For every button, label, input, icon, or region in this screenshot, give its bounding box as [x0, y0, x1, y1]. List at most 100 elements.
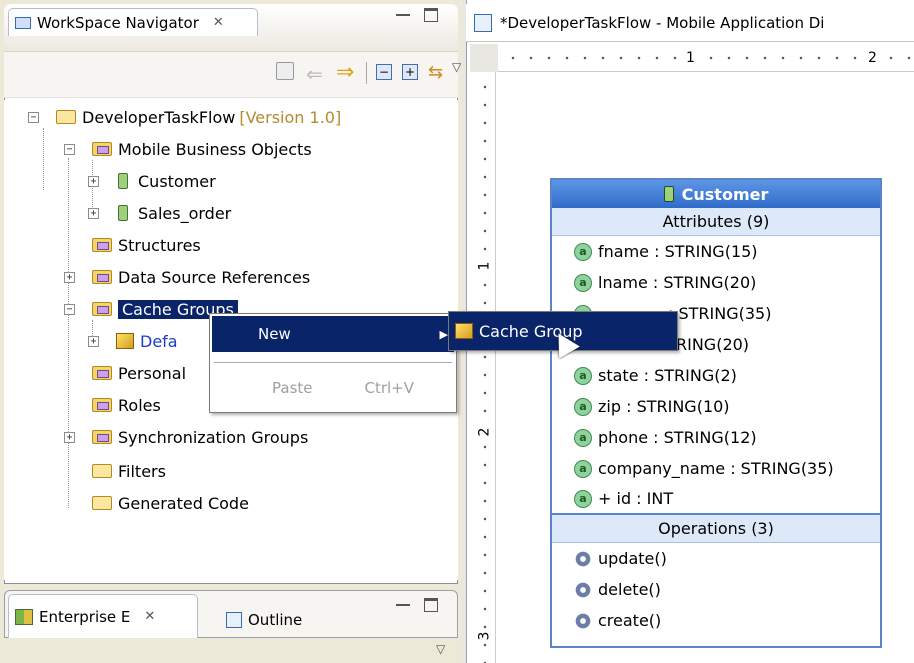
cache-group-icon [116, 333, 134, 349]
attribute-label: phone : STRING(12) [598, 428, 757, 447]
attribute-row[interactable]: a zip : STRING(10) [552, 391, 880, 422]
view-menu-icon[interactable]: ▽ [452, 60, 461, 74]
collapse-all-icon[interactable]: − [376, 64, 392, 80]
ruler-label: 2 [866, 50, 879, 66]
expand-toggle-icon[interactable]: + [88, 208, 99, 219]
tree-item-label: Structures [118, 235, 201, 255]
ruler-label: 1 [684, 50, 697, 66]
attribute-icon: a [574, 459, 592, 478]
tree-item-personal[interactable]: Personal [92, 358, 186, 388]
minimize-icon[interactable] [396, 600, 410, 606]
tree-item-customer[interactable]: + Customer [88, 166, 216, 196]
menu-item-new[interactable]: New ▶ [212, 316, 454, 352]
link-editor-icon[interactable]: ⇆ [428, 62, 443, 83]
tree-item-data-source-references[interactable]: + Data Source References [64, 262, 310, 292]
gear-icon [574, 549, 592, 568]
attributes-header[interactable]: Attributes (9) [552, 208, 880, 236]
collapse-toggle-icon[interactable]: − [64, 304, 75, 315]
attribute-icon: a [574, 366, 592, 385]
mbo-icon [663, 186, 674, 202]
mbo-icon [118, 205, 128, 221]
maximize-icon[interactable] [424, 8, 438, 22]
tree-item-synchronization-groups[interactable]: + Synchronization Groups [64, 422, 308, 452]
folder-icon [92, 430, 112, 444]
tree-item-roles[interactable]: Roles [92, 390, 161, 420]
tree-item-label: Synchronization Groups [118, 427, 309, 447]
home-icon[interactable] [276, 62, 294, 80]
view-menu-icon[interactable]: ▽ [436, 642, 445, 656]
tab-enterprise-explorer[interactable]: Enterprise E ✕ [8, 594, 198, 638]
tab-outline[interactable]: Outline [226, 604, 346, 636]
attribute-icon: a [574, 242, 592, 261]
tree-item-mobile-business-objects[interactable]: − Mobile Business Objects [64, 134, 312, 164]
tree-item-label: Generated Code [118, 493, 249, 513]
tree-item-label: Data Source References [118, 267, 311, 287]
attribute-icon: a [574, 273, 592, 292]
tree-item-filters[interactable]: Filters [92, 456, 166, 486]
attribute-row[interactable]: a fname : STRING(15) [552, 236, 880, 267]
collapse-toggle-icon[interactable]: − [64, 144, 75, 155]
tree-item-label: Filters [118, 461, 166, 481]
back-icon[interactable]: ⇐ [306, 62, 323, 86]
collapse-toggle-icon[interactable]: − [28, 112, 39, 123]
attribute-label: RING(20) [676, 335, 750, 354]
vruler-label: 1 [476, 261, 493, 271]
attribute-row[interactable]: a lname : STRING(20) [552, 267, 880, 298]
expand-all-icon[interactable]: + [402, 64, 418, 80]
folder-icon [92, 302, 112, 316]
tree-item-label: Personal [118, 363, 187, 383]
attribute-icon: a [574, 428, 592, 447]
folder-icon [92, 366, 112, 380]
expand-toggle-icon[interactable]: + [64, 432, 75, 443]
diagram-icon [474, 13, 492, 32]
menu-item-paste[interactable]: Paste Ctrl+V [212, 370, 454, 406]
cache-group-icon [455, 323, 473, 339]
minimize-icon[interactable] [396, 10, 410, 16]
navigator-title: WorkSpace Navigator [37, 13, 199, 32]
mbo-name: Customer [681, 184, 769, 204]
close-icon[interactable]: ✕ [144, 609, 155, 624]
mbo-customer-node[interactable]: Customer Attributes (9) a fname : STRING(… [550, 178, 882, 648]
expand-toggle-icon[interactable]: + [88, 176, 99, 187]
folder-icon [92, 238, 112, 252]
folder-icon [92, 464, 112, 478]
gear-icon [574, 611, 592, 630]
tree-item-sales-order[interactable]: + Sales_order [88, 198, 231, 228]
submenu-arrow-icon: ▶ [439, 327, 448, 341]
enterprise-explorer-icon [15, 608, 33, 625]
tree-item-label: Mobile Business Objects [118, 139, 312, 159]
attribute-row[interactable]: a phone : STRING(12) [552, 422, 880, 453]
operations-header[interactable]: Operations (3) [552, 515, 880, 543]
operation-row[interactable]: create() [552, 605, 880, 636]
editor-tab[interactable]: *DeveloperTaskFlow - Mobile Application … [466, 4, 914, 42]
attribute-label: zip : STRING(10) [598, 397, 730, 416]
navigator-icon [15, 16, 31, 29]
attribute-label: state : STRING(2) [598, 366, 737, 385]
tree-item-default[interactable]: + Defa [88, 326, 178, 356]
folder-icon [92, 270, 112, 284]
tree-item-label: Sales_order [138, 203, 232, 223]
context-menu: New ▶ Paste Ctrl+V [209, 313, 457, 413]
horizontal-ruler [498, 44, 914, 72]
tab-workspace-navigator[interactable]: WorkSpace Navigator ✕ [8, 8, 258, 36]
forward-icon[interactable]: ⇒ [336, 60, 354, 85]
tree-root-row[interactable]: − DeveloperTaskFlow [Version 1.0] [28, 102, 341, 132]
expand-toggle-icon[interactable]: + [88, 336, 99, 347]
tree-item-generated-code[interactable]: Generated Code [92, 488, 249, 518]
operation-row[interactable]: delete() [552, 574, 880, 605]
attribute-row[interactable]: a company_name : STRING(35) [552, 453, 880, 484]
attribute-row[interactable]: a state : STRING(2) [552, 360, 880, 391]
expand-toggle-icon[interactable]: + [64, 272, 75, 283]
attribute-label: fname : STRING(15) [598, 242, 758, 261]
close-icon[interactable]: ✕ [213, 15, 224, 30]
maximize-icon[interactable] [424, 598, 438, 612]
attribute-icon: a [574, 489, 592, 508]
tree-item-structures[interactable]: Structures [92, 230, 201, 260]
tree-root-version: [Version 1.0] [239, 107, 342, 127]
menu-item-label: New [258, 325, 291, 343]
operation-row[interactable]: update() [552, 543, 880, 574]
vruler-label: 2 [476, 427, 493, 437]
tree-item-label: Customer [138, 171, 216, 191]
mbo-header: Customer [552, 180, 880, 208]
attribute-row[interactable]: a + id : INT [552, 484, 880, 515]
